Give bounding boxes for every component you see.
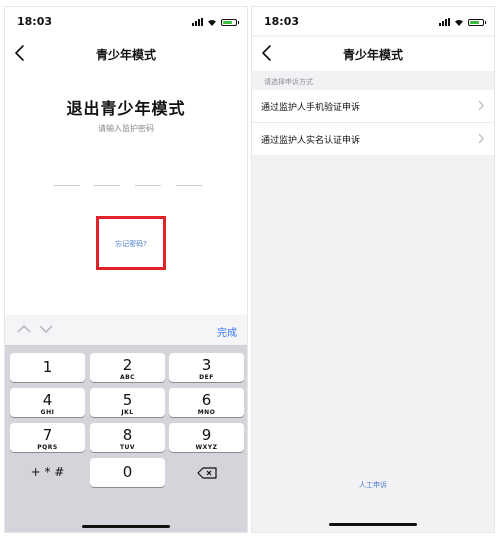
done-button[interactable]: 完成 bbox=[217, 324, 237, 339]
chevron-up-icon[interactable] bbox=[17, 324, 31, 334]
key-7[interactable]: 7 PQRS bbox=[10, 423, 85, 452]
status-bar: 18:03 bbox=[5, 7, 247, 35]
cellular-signal-icon bbox=[439, 18, 450, 26]
option-label: 通过监护人手机验证申诉 bbox=[261, 103, 361, 113]
chevron-right-icon bbox=[478, 100, 484, 111]
battery-icon bbox=[221, 18, 239, 26]
wifi-icon bbox=[208, 19, 216, 26]
chevron-right-icon bbox=[478, 133, 484, 144]
key-5[interactable]: 5 JKL bbox=[90, 388, 165, 417]
appeal-method-screen: 18:03 青少年模式 请选择申诉方式 通过监护人手机验证申诉 通过监护人实名认… bbox=[251, 6, 495, 533]
exit-youth-mode-screen: 18:03 青少年模式 退出青少年模式 请输入监护密码 忘记密码? 完成 1 2… bbox=[4, 6, 248, 533]
page-title: 青少年模式 bbox=[95, 48, 156, 62]
forgot-password-highlight-box: 忘记密码? bbox=[96, 216, 166, 270]
key-6[interactable]: 6 MNO bbox=[169, 388, 244, 417]
status-time: 18:03 bbox=[17, 15, 53, 28]
section-label: 请选择申诉方式 bbox=[264, 78, 313, 86]
status-icons bbox=[439, 17, 486, 27]
password-digit-slot[interactable] bbox=[176, 185, 202, 186]
password-digit-slot[interactable] bbox=[54, 185, 80, 186]
delete-key[interactable] bbox=[169, 458, 244, 487]
nav-bar: 青少年模式 bbox=[5, 37, 247, 71]
cellular-signal-icon bbox=[192, 18, 203, 26]
key-4[interactable]: 4 GHI bbox=[10, 388, 85, 417]
battery-icon bbox=[468, 18, 486, 26]
home-indicator bbox=[82, 525, 170, 528]
appeal-options-list: 通过监护人手机验证申诉 通过监护人实名认证申诉 bbox=[252, 90, 494, 155]
keyboard-toolbar: 完成 bbox=[5, 315, 247, 346]
symbols-key[interactable]: + * # bbox=[10, 458, 85, 487]
appeal-option-realname[interactable]: 通过监护人实名认证申诉 bbox=[252, 123, 494, 155]
backspace-icon bbox=[196, 466, 217, 479]
page-title: 青少年模式 bbox=[342, 48, 403, 62]
appeal-option-phone[interactable]: 通过监护人手机验证申诉 bbox=[252, 90, 494, 123]
manual-appeal-link[interactable]: 人工申诉 bbox=[252, 480, 494, 490]
home-indicator bbox=[329, 523, 417, 526]
exit-heading: 退出青少年模式 bbox=[66, 99, 186, 118]
nav-bar: 青少年模式 bbox=[252, 37, 494, 71]
password-digit-slot[interactable] bbox=[94, 185, 120, 186]
password-hint: 请输入监护密码 bbox=[98, 124, 154, 133]
option-label: 通过监护人实名认证申诉 bbox=[261, 136, 361, 146]
key-2[interactable]: 2 ABC bbox=[90, 353, 165, 382]
numeric-keyboard: 完成 1 2 ABC 3 DEF 4 GHI 5 JKL 6 MNO 7 PQRS 8 TUV… bbox=[5, 315, 247, 532]
key-1[interactable]: 1 bbox=[10, 353, 85, 382]
key-9[interactable]: 9 WXYZ bbox=[169, 423, 244, 452]
status-bar: 18:03 bbox=[252, 7, 494, 35]
forgot-password-link[interactable]: 忘记密码? bbox=[99, 239, 163, 249]
status-time: 18:03 bbox=[264, 15, 300, 28]
password-digit-slot[interactable] bbox=[135, 185, 161, 186]
wifi-icon bbox=[455, 19, 463, 26]
key-0[interactable]: 0 bbox=[90, 458, 165, 487]
key-8[interactable]: 8 TUV bbox=[90, 423, 165, 452]
key-3[interactable]: 3 DEF bbox=[169, 353, 244, 382]
status-icons bbox=[192, 17, 239, 27]
chevron-down-icon[interactable] bbox=[39, 324, 53, 334]
